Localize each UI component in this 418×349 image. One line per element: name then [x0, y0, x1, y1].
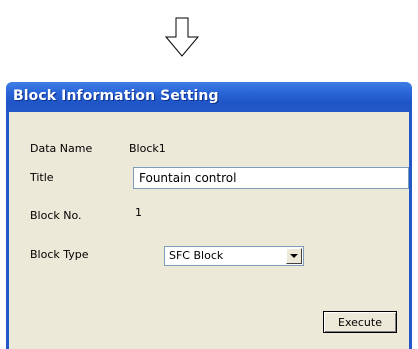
data-name-value: Block1	[129, 142, 166, 155]
screen: Block Information Setting Data Name Bloc…	[0, 0, 418, 349]
block-type-label: Block Type	[30, 248, 89, 261]
data-name-label: Data Name	[30, 142, 93, 155]
block-no-label: Block No.	[30, 209, 82, 222]
execute-button[interactable]: Execute	[323, 311, 397, 333]
block-information-setting-dialog: Block Information Setting Data Name Bloc…	[6, 82, 412, 349]
dialog-title: Block Information Setting	[13, 88, 219, 104]
dialog-titlebar[interactable]: Block Information Setting	[6, 82, 412, 112]
block-type-select[interactable]: SFC Block	[164, 246, 304, 266]
dialog-body: Data Name Block1 Title Fountain control …	[6, 112, 412, 349]
block-type-selected-value: SFC Block	[169, 249, 224, 262]
down-arrow-icon	[164, 17, 200, 57]
title-label: Title	[30, 171, 54, 184]
block-type-dropdown-button[interactable]	[286, 248, 302, 264]
title-field[interactable]: Fountain control	[133, 167, 409, 189]
chevron-down-icon	[290, 254, 298, 258]
block-no-value: 1	[135, 206, 142, 219]
